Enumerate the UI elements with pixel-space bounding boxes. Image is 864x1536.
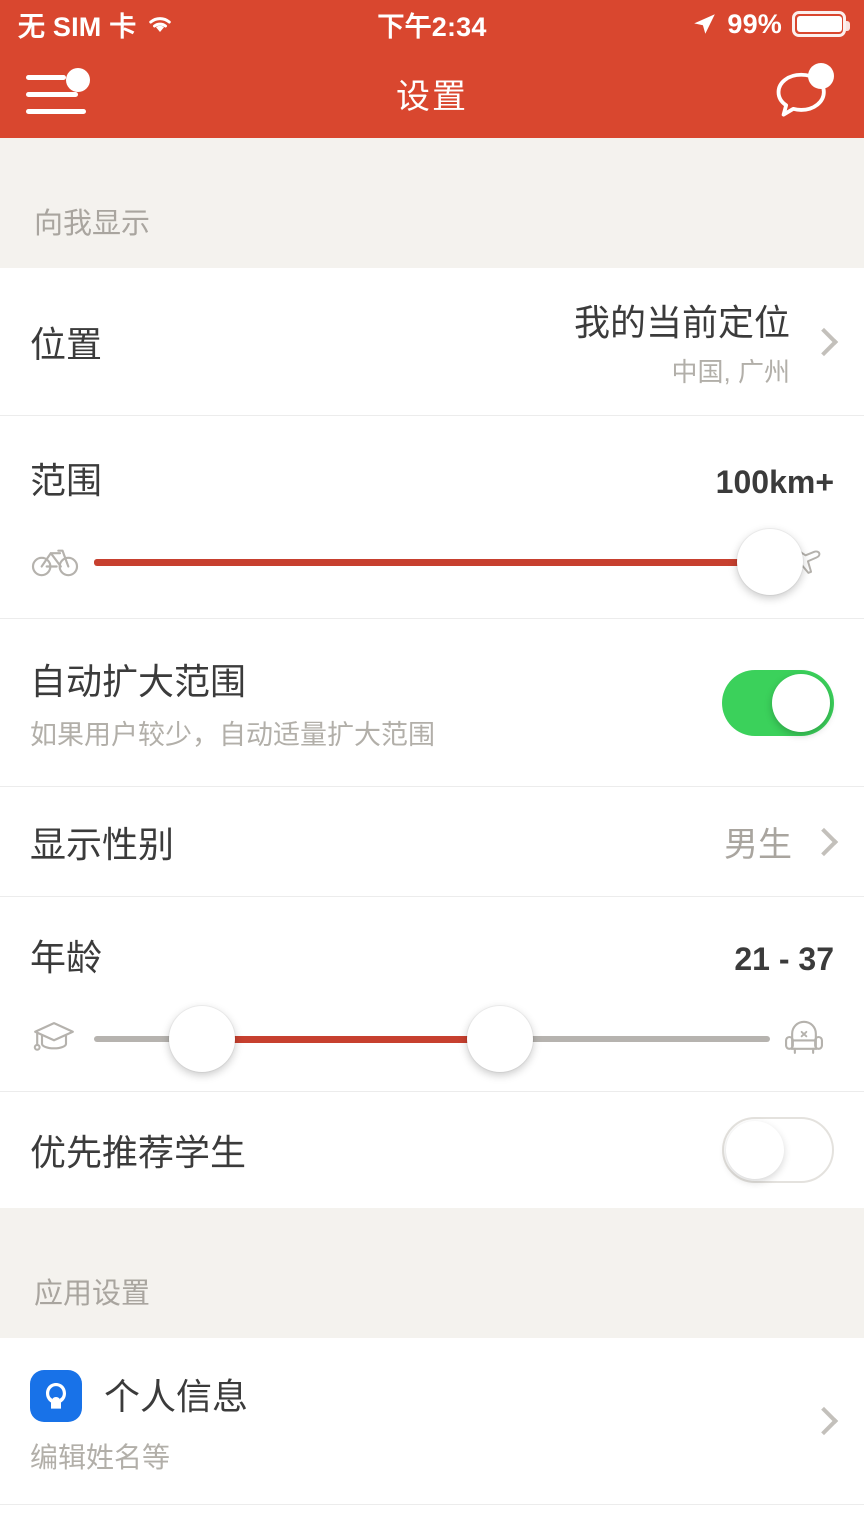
chat-badge-dot: [808, 63, 834, 89]
graduation-cap-icon: [30, 1015, 84, 1063]
chevron-right-icon: [810, 827, 838, 855]
row-auto-expand[interactable]: 自动扩大范围 如果用户较少，自动适量扩大范围: [0, 619, 864, 787]
student-priority-toggle[interactable]: [722, 1117, 834, 1183]
person-profile-icon: [30, 1370, 82, 1422]
age-header: 年龄 21 - 37: [30, 929, 834, 981]
age-track-fill: [202, 1036, 499, 1043]
gender-label: 显示性别: [30, 816, 174, 868]
personal-info-title: 个人信息: [104, 1368, 248, 1420]
row-location[interactable]: 位置 我的当前定位 中国, 广州: [0, 268, 864, 416]
age-slider[interactable]: [30, 1009, 834, 1069]
age-slider-handle-max[interactable]: [467, 1006, 533, 1072]
distance-slider[interactable]: [30, 532, 834, 592]
section-header-app-settings: 应用设置: [0, 1208, 864, 1338]
location-arrow-icon: [691, 11, 717, 37]
row-personal-info[interactable]: 个人信息 编辑姓名等: [0, 1338, 864, 1505]
auto-expand-toggle[interactable]: [722, 670, 834, 736]
wifi-icon: [145, 12, 175, 36]
status-bar-center: 下午2:34: [377, 5, 486, 44]
status-bar-left: 无 SIM 卡: [18, 5, 377, 44]
age-label: 年龄: [30, 929, 102, 981]
chat-bubble-icon[interactable]: [772, 63, 838, 123]
row-student-priority[interactable]: 优先推荐学生: [0, 1092, 864, 1208]
armchair-icon: [780, 1015, 834, 1063]
carrier-label: 无 SIM 卡: [18, 5, 136, 44]
chevron-right-icon: [810, 1407, 838, 1435]
battery-icon: [792, 11, 846, 37]
distance-slider-handle[interactable]: [737, 529, 803, 595]
section-header-show-me: 向我显示: [0, 138, 864, 268]
distance-track[interactable]: [94, 532, 770, 592]
status-bar: 无 SIM 卡 下午2:34 99%: [0, 0, 864, 48]
age-track[interactable]: [94, 1009, 770, 1069]
page-title: 设置: [0, 69, 864, 118]
location-value: 我的当前定位: [574, 294, 790, 346]
distance-header: 范围 100km+: [30, 452, 834, 504]
gender-value: 男生: [724, 817, 792, 866]
personal-info-top: 个人信息: [30, 1366, 814, 1422]
row-privacy-notifications[interactable]: 隐私和通知 联系人，我的相册，朋友圈和通知设置: [0, 1505, 864, 1536]
menu-badge-dot: [66, 68, 90, 92]
location-value-block: 我的当前定位 中国, 广州: [574, 294, 790, 389]
row-distance: 范围 100km+: [0, 416, 864, 619]
nav-bar: 设置: [0, 48, 864, 138]
location-label: 位置: [30, 316, 102, 368]
row-age: 年龄 21 - 37: [0, 897, 864, 1092]
app-settings-group: 个人信息 编辑姓名等 隐私和通知 联系人，我的相册，朋友圈和通知设置: [0, 1338, 864, 1536]
distance-value: 100km+: [716, 464, 834, 501]
personal-info-sub: 编辑姓名等: [30, 1436, 814, 1476]
status-bar-right: 99%: [487, 9, 846, 40]
row-gender[interactable]: 显示性别 男生: [0, 787, 864, 897]
toggle-knob: [726, 1121, 784, 1179]
auto-expand-text: 自动扩大范围 如果用户较少，自动适量扩大范围: [30, 653, 435, 752]
hamburger-menu-icon[interactable]: [26, 65, 98, 121]
age-slider-handle-min[interactable]: [169, 1006, 235, 1072]
age-value: 21 - 37: [734, 941, 834, 978]
personal-info-body: 个人信息 编辑姓名等: [30, 1366, 814, 1476]
location-sub: 中国, 广州: [574, 352, 790, 389]
app-screen: 无 SIM 卡 下午2:34 99%: [0, 0, 864, 1536]
student-priority-label: 优先推荐学生: [30, 1124, 246, 1176]
clock-label: 下午2:34: [377, 5, 486, 44]
distance-label: 范围: [30, 452, 102, 504]
discovery-settings-group: 位置 我的当前定位 中国, 广州 范围 100km+: [0, 268, 864, 1208]
bicycle-icon: [30, 538, 84, 586]
auto-expand-label: 自动扩大范围: [30, 653, 435, 705]
distance-track-fill: [94, 559, 770, 566]
auto-expand-sub: 如果用户较少，自动适量扩大范围: [30, 713, 435, 752]
battery-percent-label: 99%: [727, 9, 782, 40]
toggle-knob: [772, 674, 830, 732]
chevron-right-icon: [810, 327, 838, 355]
